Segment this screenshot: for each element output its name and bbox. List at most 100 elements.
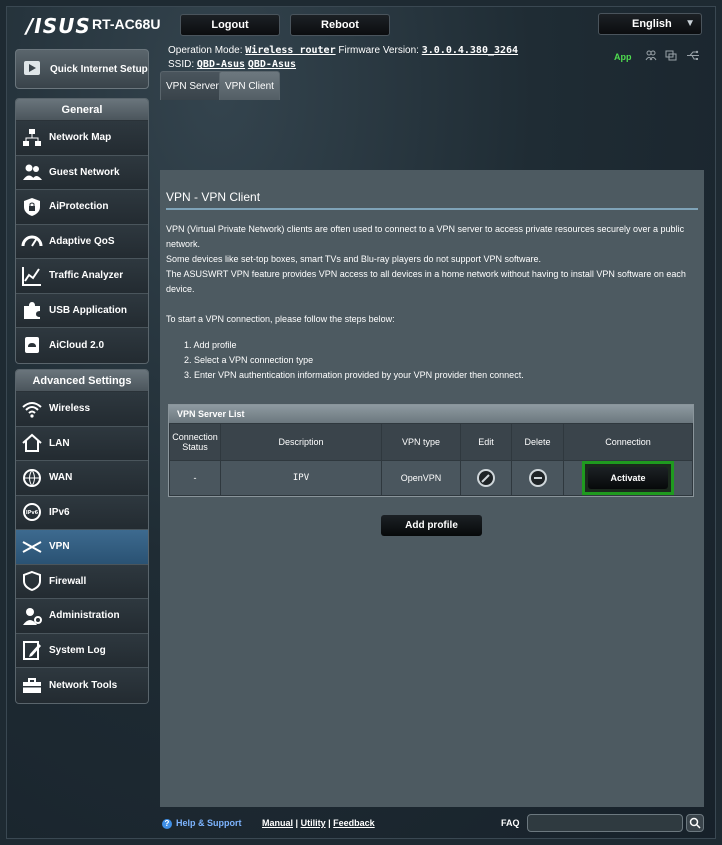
sidebar-item-label: Administration [49,610,120,622]
sidebar-item-network-tools[interactable]: Network Tools [16,668,148,703]
sidebar-item-label: IPv6 [49,506,70,518]
operation-mode-link[interactable]: Wireless router [245,45,335,56]
general-menu: General Network Map Guest Network AiProt… [15,98,149,364]
quick-internet-setup-button[interactable]: Quick Internet Setup [15,49,149,89]
help-icon: ? [162,819,172,829]
general-menu-title: General [16,99,148,121]
delete-minus-icon[interactable] [528,469,547,487]
person-gear-icon [23,607,42,625]
copy-icon[interactable] [665,50,677,61]
steps-intro: To start a VPN connection, please follow… [166,314,395,324]
sidebar-item-label: Network Map [49,132,112,144]
sidebar-item-aicloud[interactable]: AiCloud 2.0 [16,328,148,363]
ssid-2g-link[interactable]: QBD-Asus [197,59,245,70]
operation-mode-label: Operation Mode: [168,45,243,56]
quick-internet-setup-label: Quick Internet Setup [50,63,148,75]
tab-vpn-client[interactable]: VPN Client [219,71,280,100]
column-header: Connection Status [169,423,221,461]
footer-links: Manual | Utility | Feedback [262,818,375,828]
asus-logo: /ISUS [26,14,91,38]
sidebar-item-administration[interactable]: Administration [16,599,148,634]
notepad-icon [23,641,41,661]
sidebar-item-label: USB Application [49,304,127,316]
separator: | [328,818,331,828]
sidebar-item-guest-network[interactable]: Guest Network [16,155,148,190]
manual-link[interactable]: Manual [262,818,293,828]
sidebar-item-label: Network Tools [49,679,118,691]
sidebar-item-label: Adaptive QoS [49,235,115,247]
reboot-button[interactable]: Reboot [290,14,390,36]
sidebar-item-vpn[interactable]: VPN [16,530,148,565]
feedback-link[interactable]: Feedback [333,818,375,828]
sidebar-item-system-log[interactable]: System Log [16,633,148,668]
steps-list: 1. Add profile 2. Select a VPN connectio… [184,338,524,383]
utility-link[interactable]: Utility [301,818,326,828]
activate-button[interactable]: Activate [588,467,668,489]
sidebar-item-label: Firewall [49,575,87,587]
step-item: 2. Select a VPN connection type [184,355,314,365]
model-name: RT-AC68U [92,16,161,32]
firmware-link[interactable]: 3.0.0.4.380_3264 [422,45,518,56]
clients-icon[interactable] [645,50,657,61]
sidebar-item-usb-application[interactable]: USB Application [16,293,148,328]
sidebar-item-label: Wireless [49,403,91,415]
column-header: Delete [511,423,564,461]
delete-cell [511,460,564,496]
sidebar-item-label: VPN [49,541,70,553]
tab-vpn-server[interactable]: VPN Server [160,71,225,100]
sidebar-item-traffic-analyzer[interactable]: Traffic Analyzer [16,259,148,294]
puzzle-icon [24,302,40,320]
network-map-icon [23,128,41,146]
language-value: English [632,18,672,30]
sidebar-item-ipv6[interactable]: IPv6 IPv6 [16,495,148,530]
main-panel: VPN - VPN Client VPN (Virtual Private Ne… [160,170,704,807]
advanced-menu: Advanced Settings Wireless LAN WAN IPv6 … [15,369,149,704]
table-title: VPN Server List [169,405,693,423]
step-item: 1. Add profile [184,340,237,350]
sidebar-item-adaptive-qos[interactable]: Adaptive QoS [16,224,148,259]
column-header: Edit [460,423,512,461]
description: VPN (Virtual Private Network) clients ar… [166,222,694,327]
table-header-row: Connection Status Description VPN type E… [169,423,693,461]
faq-label: FAQ [501,818,520,828]
ipv6-icon: IPv6 [23,503,41,522]
vpn-type-cell: OpenVPN [381,460,461,496]
title-divider [166,208,698,210]
description-line: Some devices like set-top boxes, smart T… [166,254,542,264]
firewall-icon [23,571,41,592]
column-header: Description [220,423,382,461]
sidebar-item-wan[interactable]: WAN [16,461,148,496]
svg-text:IPv6: IPv6 [26,510,39,516]
footer: ? Help & Support Manual | Utility | Feedb… [160,812,704,836]
ssid-5g-link[interactable]: QBD-Asus [248,59,296,70]
add-profile-button[interactable]: Add profile [381,515,482,536]
connection-cell: Activate [563,460,693,496]
language-select[interactable]: English ▼ [598,13,702,35]
faq-search-input[interactable] [527,814,683,832]
sidebar-item-network-map[interactable]: Network Map [16,121,148,156]
sidebar-item-firewall[interactable]: Firewall [16,564,148,599]
logout-button[interactable]: Logout [180,14,280,36]
sidebar-item-label: AiCloud 2.0 [49,339,105,351]
description-line: VPN (Virtual Private Network) clients ar… [166,224,685,249]
edit-pencil-icon[interactable] [477,469,495,487]
sidebar-item-label: System Log [49,644,106,656]
sidebar-item-label: AiProtection [49,201,109,213]
usb-icon[interactable] [686,50,699,61]
sidebar-item-label: Traffic Analyzer [49,270,124,282]
column-header: Connection [563,423,693,461]
search-icon[interactable] [686,814,704,832]
separator: | [295,818,299,828]
sidebar-item-aiprotection[interactable]: AiProtection [16,190,148,225]
sidebar-item-lan[interactable]: LAN [16,426,148,461]
status-info: Operation Mode: Wireless router Firmware… [168,44,518,72]
quick-setup-icon [24,61,40,75]
connection-status-cell: - [169,460,221,496]
globe-icon [23,468,41,487]
ssid-label: SSID: [168,59,195,70]
sidebar-item-wireless[interactable]: Wireless [16,392,148,427]
help-support-link[interactable]: ? Help & Support [162,818,242,829]
activate-highlight: Activate [582,461,674,495]
app-link[interactable]: App [614,52,632,62]
table-row: - IPV OpenVPN Activate [169,460,693,496]
